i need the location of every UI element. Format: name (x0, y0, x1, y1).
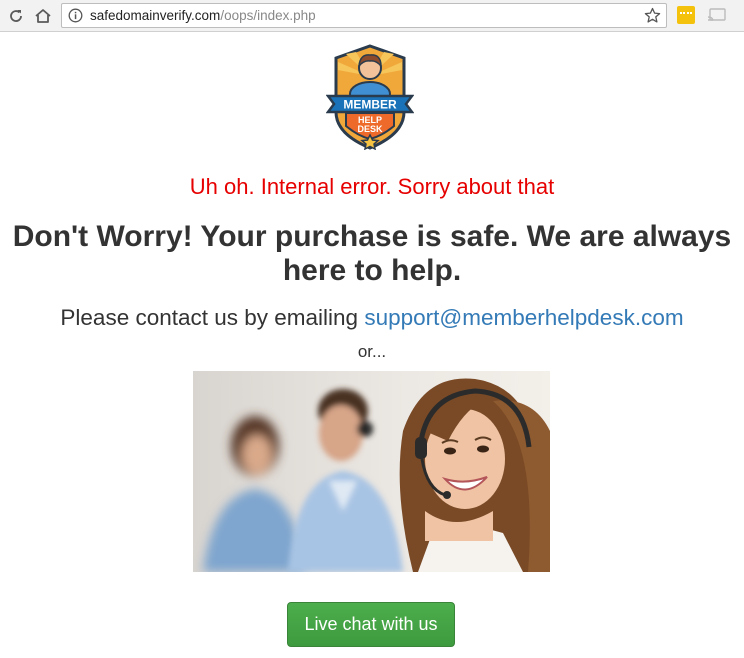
support-email-link[interactable]: support@memberhelpdesk.com (364, 305, 683, 330)
url-text[interactable]: safedomainverify.com/oops/index.php (90, 8, 316, 23)
page-headline: Don't Worry! Your purchase is safe. We a… (12, 220, 732, 287)
cast-icon[interactable] (707, 7, 727, 23)
logo-line3: DESK (357, 124, 383, 134)
home-icon[interactable] (33, 6, 53, 26)
info-icon[interactable] (68, 8, 83, 23)
live-chat-button[interactable]: Live chat with us (287, 602, 455, 647)
support-team-photo (193, 371, 550, 572)
member-help-desk-logo: MEMBER HELP DESK (326, 44, 414, 150)
error-message: Uh oh. Internal error. Sorry about that (189, 174, 555, 199)
reload-icon[interactable] (6, 6, 26, 26)
contact-prefix: Please contact us by emailing (60, 305, 359, 330)
contact-line: Please contact us by emailing support@me… (0, 305, 744, 331)
address-bar[interactable]: safedomainverify.com/oops/index.php (61, 3, 667, 28)
star-icon[interactable] (644, 7, 661, 24)
browser-toolbar: safedomainverify.com/oops/index.php (0, 0, 744, 32)
logo-line1: MEMBER (343, 98, 397, 112)
or-text: or... (357, 342, 387, 361)
url-host: safedomainverify.com (90, 8, 221, 23)
extension-icon[interactable] (677, 6, 695, 24)
url-path: /oops/index.php (220, 8, 316, 23)
